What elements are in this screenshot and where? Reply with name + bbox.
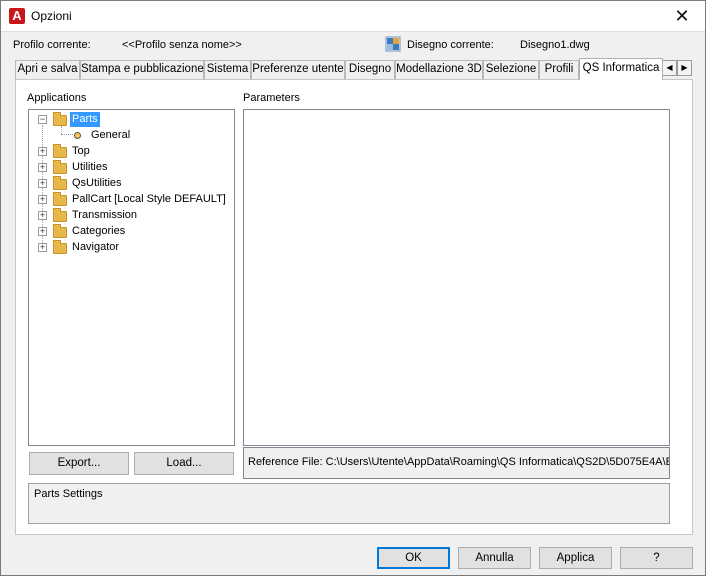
- folder-icon: [53, 208, 67, 222]
- tree-label-parts: Parts: [70, 112, 100, 127]
- folder-icon: [53, 240, 67, 254]
- tab-disegno[interactable]: Disegno: [345, 60, 395, 79]
- expand-icon[interactable]: +: [38, 163, 47, 172]
- applications-label: Applications: [27, 92, 87, 104]
- tab-selezione[interactable]: Selezione: [483, 60, 539, 79]
- expand-icon[interactable]: +: [38, 195, 47, 204]
- tab-stampa-e-pubblicazione[interactable]: Stampa e pubblicazione: [80, 60, 204, 79]
- tab-qs-informatica[interactable]: QS Informatica: [579, 58, 663, 80]
- drawing-value: Disegno1.dwg: [520, 39, 590, 51]
- folder-icon: [53, 144, 67, 158]
- tree-label-navigator: Navigator: [72, 241, 120, 253]
- cancel-button[interactable]: Annulla: [458, 547, 531, 569]
- tab-profili[interactable]: Profili: [539, 60, 579, 79]
- tree-label-general: General: [91, 129, 131, 141]
- tree-item-pallcart[interactable]: + PallCart [Local Style DEFAULT]: [29, 192, 229, 207]
- expand-icon[interactable]: +: [38, 211, 47, 220]
- tree-label-pallcart: PallCart [Local Style DEFAULT]: [72, 193, 226, 205]
- tree-label-utilities: Utilities: [72, 161, 108, 173]
- tree-item-utilities[interactable]: + Utilities: [29, 160, 229, 175]
- node-icon: [74, 132, 81, 139]
- tab-sistema[interactable]: Sistema: [204, 60, 251, 79]
- expand-icon[interactable]: +: [38, 179, 47, 188]
- profile-label: Profilo corrente:: [13, 39, 91, 51]
- load-button[interactable]: Load...: [134, 452, 234, 475]
- close-button[interactable]: ✕: [659, 1, 705, 31]
- folder-icon: [53, 224, 67, 238]
- tree-item-transmission[interactable]: + Transmission: [29, 208, 229, 223]
- folder-icon: [53, 160, 67, 174]
- folder-icon: [53, 192, 67, 206]
- tree-item-top[interactable]: + Top: [29, 144, 229, 159]
- expand-icon[interactable]: +: [38, 243, 47, 252]
- tree-item-general[interactable]: General: [29, 128, 229, 143]
- qs-informatica-panel: Applications Parameters − Parts General …: [15, 79, 693, 535]
- tab-scroll-right-icon[interactable]: ▶: [677, 60, 692, 76]
- parameters-box[interactable]: [243, 109, 670, 446]
- tree-item-parts[interactable]: − Parts: [29, 112, 229, 127]
- tree-item-categories[interactable]: + Categories: [29, 224, 229, 239]
- tab-bar: Apri e salva Stampa e pubblicazione Sist…: [15, 58, 693, 80]
- expand-icon[interactable]: +: [38, 227, 47, 236]
- tab-preferenze-utente[interactable]: Preferenze utente: [251, 60, 345, 79]
- options-dialog: A Opzioni ✕ Profilo corrente: <<Profilo …: [0, 0, 706, 576]
- parameters-label: Parameters: [243, 92, 300, 104]
- export-button[interactable]: Export...: [29, 452, 129, 475]
- tab-apri-e-salva[interactable]: Apri e salva: [15, 60, 80, 79]
- profile-value: <<Profilo senza nome>>: [122, 39, 242, 51]
- tree-label-transmission: Transmission: [72, 209, 137, 221]
- parts-settings-box: Parts Settings: [28, 483, 670, 524]
- collapse-icon[interactable]: −: [38, 115, 47, 124]
- tree-label-qsutilities: QsUtilities: [72, 177, 122, 189]
- drawing-label: Disegno corrente:: [407, 39, 494, 51]
- tree-label-categories: Categories: [72, 225, 126, 237]
- applications-tree[interactable]: − Parts General + Top + Utilities + QsUt…: [28, 109, 235, 446]
- window-title: Opzioni: [31, 9, 72, 23]
- title-bar: A Opzioni ✕: [1, 1, 705, 32]
- autocad-app-icon: A: [9, 8, 25, 24]
- apply-button[interactable]: Applica: [539, 547, 612, 569]
- ok-button[interactable]: OK: [377, 547, 450, 569]
- expand-icon[interactable]: +: [38, 147, 47, 156]
- tab-modellazione-3d[interactable]: Modellazione 3D: [395, 60, 483, 79]
- reference-file-field[interactable]: Reference File: C:\Users\Utente\AppData\…: [243, 447, 670, 479]
- tab-scroll-left-icon[interactable]: ◀: [662, 60, 677, 76]
- drawing-icon: [385, 36, 401, 52]
- tree-label-top: Top: [72, 145, 90, 157]
- folder-icon: [53, 176, 67, 190]
- help-button[interactable]: ?: [620, 547, 693, 569]
- tree-item-qsutilities[interactable]: + QsUtilities: [29, 176, 229, 191]
- tree-item-navigator[interactable]: + Navigator: [29, 240, 229, 255]
- folder-icon: [53, 112, 67, 126]
